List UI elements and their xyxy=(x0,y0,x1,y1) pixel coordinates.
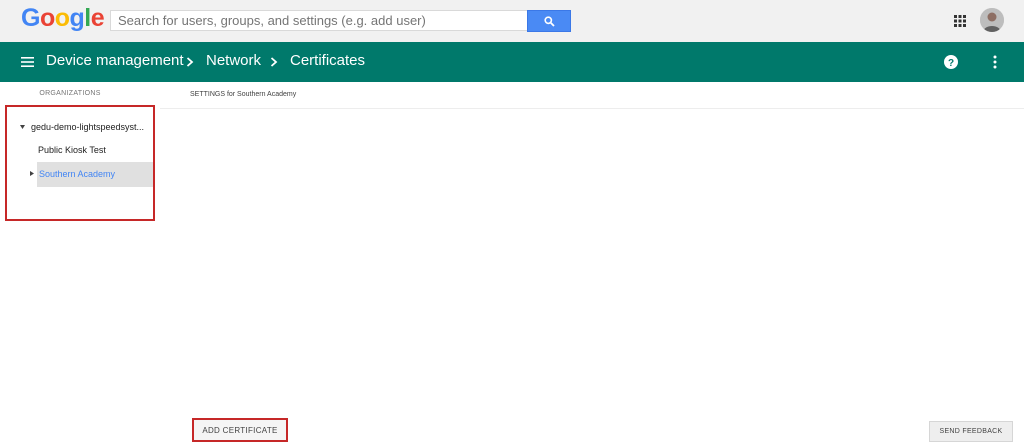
add-certificate-button[interactable]: ADD CERTIFICATE xyxy=(192,418,288,442)
google-logo[interactable]: Google xyxy=(21,4,105,33)
menu-icon[interactable] xyxy=(21,56,34,68)
chevron-right-icon xyxy=(270,57,278,67)
more-vert-icon[interactable] xyxy=(993,55,997,69)
logo-letter-o2: o xyxy=(54,4,70,32)
logo-letter-g2: g xyxy=(69,4,85,32)
app-header: Device management Network Certificates xyxy=(0,42,1024,82)
search-icon xyxy=(543,15,555,27)
chevron-right-icon xyxy=(186,57,194,67)
breadcrumb-certificates: Certificates xyxy=(290,52,366,69)
logo-letter-g: G xyxy=(21,4,40,32)
logo-letter-o1: o xyxy=(39,4,55,32)
avatar-icon xyxy=(980,8,1004,32)
logo-letter-e: e xyxy=(90,4,105,32)
breadcrumb-network[interactable]: Network xyxy=(206,52,261,69)
user-avatar[interactable] xyxy=(980,8,1004,32)
help-icon[interactable]: ? xyxy=(944,55,958,69)
search-button[interactable] xyxy=(527,10,571,32)
top-bar: Google xyxy=(0,0,1024,42)
search-input[interactable] xyxy=(110,10,527,31)
divider xyxy=(160,108,1024,109)
send-feedback-button[interactable]: SEND FEEDBACK xyxy=(929,421,1013,442)
breadcrumb-device-management[interactable]: Device management xyxy=(46,52,184,69)
annotation-box-orgs xyxy=(5,105,155,221)
apps-grid-icon[interactable] xyxy=(954,15,966,27)
settings-heading: SETTINGS for Southern Academy xyxy=(190,91,297,98)
organizations-heading: ORGANIZATIONS xyxy=(39,90,101,97)
svg-text:?: ? xyxy=(948,58,954,69)
